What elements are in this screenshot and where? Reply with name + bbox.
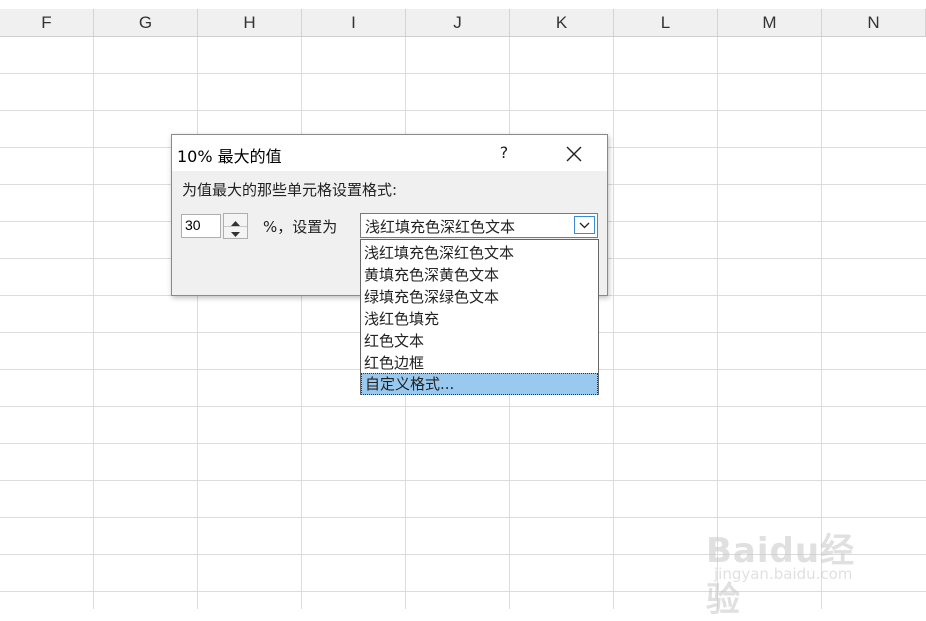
- gridline: [0, 110, 926, 111]
- count-input[interactable]: 30: [181, 214, 221, 238]
- gridline: [301, 37, 302, 609]
- close-button[interactable]: [558, 141, 588, 167]
- column-header-g[interactable]: G: [94, 9, 198, 36]
- gridline: [0, 73, 926, 74]
- column-header-f[interactable]: F: [0, 9, 94, 36]
- gridline: [613, 37, 614, 609]
- gridline: [93, 37, 94, 609]
- column-header-n[interactable]: N: [822, 9, 926, 36]
- format-select[interactable]: 浅红填充色深红色文本: [360, 213, 598, 238]
- format-select-value: 浅红填充色深红色文本: [365, 218, 516, 236]
- dialog-title: 10% 最大的值: [177, 147, 282, 166]
- baidu-watermark: Baidu经验 jingyan.baidu.com: [706, 513, 886, 620]
- prompt-label: 为值最大的那些单元格设置格式:: [182, 181, 398, 199]
- column-header-j[interactable]: J: [406, 9, 510, 36]
- column-header-k[interactable]: K: [510, 9, 614, 36]
- format-option-custom[interactable]: 自定义格式...: [361, 373, 598, 395]
- watermark-url: jingyan.baidu.com: [714, 565, 853, 583]
- column-header-i[interactable]: I: [302, 9, 406, 36]
- percent-label: %，设置为: [263, 218, 338, 236]
- column-header-row: F G H I J K L M N: [0, 9, 926, 37]
- format-option[interactable]: 红色边框: [361, 352, 598, 374]
- format-option[interactable]: 黄填充色深黄色文本: [361, 264, 598, 286]
- decrement-button[interactable]: [224, 226, 247, 238]
- format-option[interactable]: 浅红填充色深红色文本: [361, 242, 598, 264]
- gridline: [0, 480, 926, 481]
- gridline: [0, 406, 926, 407]
- format-option[interactable]: 红色文本: [361, 330, 598, 352]
- column-header-l[interactable]: L: [614, 9, 718, 36]
- format-options-list: 浅红填充色深红色文本 黄填充色深黄色文本 绿填充色深绿色文本 浅红色填充 红色文…: [360, 239, 599, 395]
- format-option[interactable]: 浅红色填充: [361, 308, 598, 330]
- chevron-down-icon: [579, 222, 590, 229]
- column-header-m[interactable]: M: [718, 9, 822, 36]
- dialog-titlebar[interactable]: 10% 最大的值 ?: [172, 135, 607, 171]
- close-icon: [566, 146, 582, 162]
- help-button[interactable]: ?: [490, 141, 518, 165]
- column-header-h[interactable]: H: [198, 9, 302, 36]
- gridline: [197, 37, 198, 609]
- dropdown-toggle[interactable]: [574, 216, 595, 234]
- gridline: [0, 443, 926, 444]
- count-stepper[interactable]: [223, 213, 248, 239]
- triangle-down-icon: [231, 232, 240, 237]
- format-option[interactable]: 绿填充色深绿色文本: [361, 286, 598, 308]
